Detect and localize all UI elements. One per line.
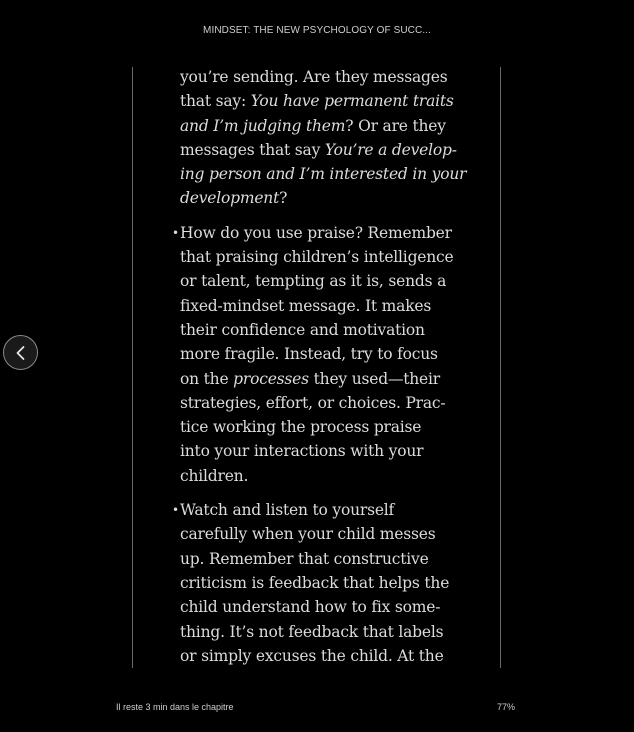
text-line: up. Remember that constructive <box>180 549 429 568</box>
reading-column: you’re sending. Are they messages that s… <box>133 65 500 669</box>
text-line: more fragile. Instead, try to focus <box>180 345 438 364</box>
text-line: messages that say You’re a develop- <box>180 140 457 159</box>
bullet-item-watch-listen: • Watch and listen to yourself carefully… <box>133 498 500 668</box>
chevron-left-icon <box>16 345 24 360</box>
text-line: strategies, effort, or choices. Prac- <box>180 393 446 412</box>
previous-page-button[interactable] <box>3 335 38 370</box>
text-line: on the processes they used—their <box>180 369 440 388</box>
text-line: How do you use praise? Remember <box>180 223 452 242</box>
text-line: and I’m judging them? Or are they <box>180 116 446 135</box>
chapter-time-remaining: Il reste 3 min dans le chapitre <box>116 702 234 712</box>
text-line: ing person and I’m interested in your <box>180 165 467 184</box>
book-title: MINDSET: THE NEW PSYCHOLOGY OF SUCC... <box>203 25 431 36</box>
bullet-marker: • <box>172 503 179 518</box>
text-line: fixed-mindset message. It makes <box>180 296 432 315</box>
text-line: you’re sending. Are they messages <box>180 68 448 86</box>
text-line: or simply excuses the child. At the <box>180 646 444 665</box>
text-line: their confidence and motivation <box>180 320 425 339</box>
continued-paragraph: you’re sending. Are they messages that s… <box>133 65 500 211</box>
bullet-item-praise: • How do you use praise? Remember that p… <box>133 221 500 488</box>
text-line: into your interactions with your <box>180 442 424 461</box>
text-line: criticism is feedback that helps the <box>180 573 450 592</box>
text-line: that praising children’s intelligence <box>180 248 454 267</box>
right-page-divider <box>500 67 501 668</box>
text-line: child understand how to fix some- <box>180 598 441 617</box>
reading-progress: 77% <box>497 702 516 712</box>
text-line: development? <box>180 189 288 208</box>
text-line: children. <box>180 466 249 485</box>
text-line: tice working the process praise <box>180 418 422 437</box>
bullet-marker: • <box>172 225 179 240</box>
text-line: that say: You have permanent traits <box>180 92 454 111</box>
text-line: Watch and listen to yourself <box>180 501 395 520</box>
text-line: carefully when your child messes <box>180 525 436 544</box>
text-line: or talent, tempting as it is, sends a <box>180 272 447 291</box>
text-line: thing. It’s not feedback that labels <box>180 622 444 641</box>
